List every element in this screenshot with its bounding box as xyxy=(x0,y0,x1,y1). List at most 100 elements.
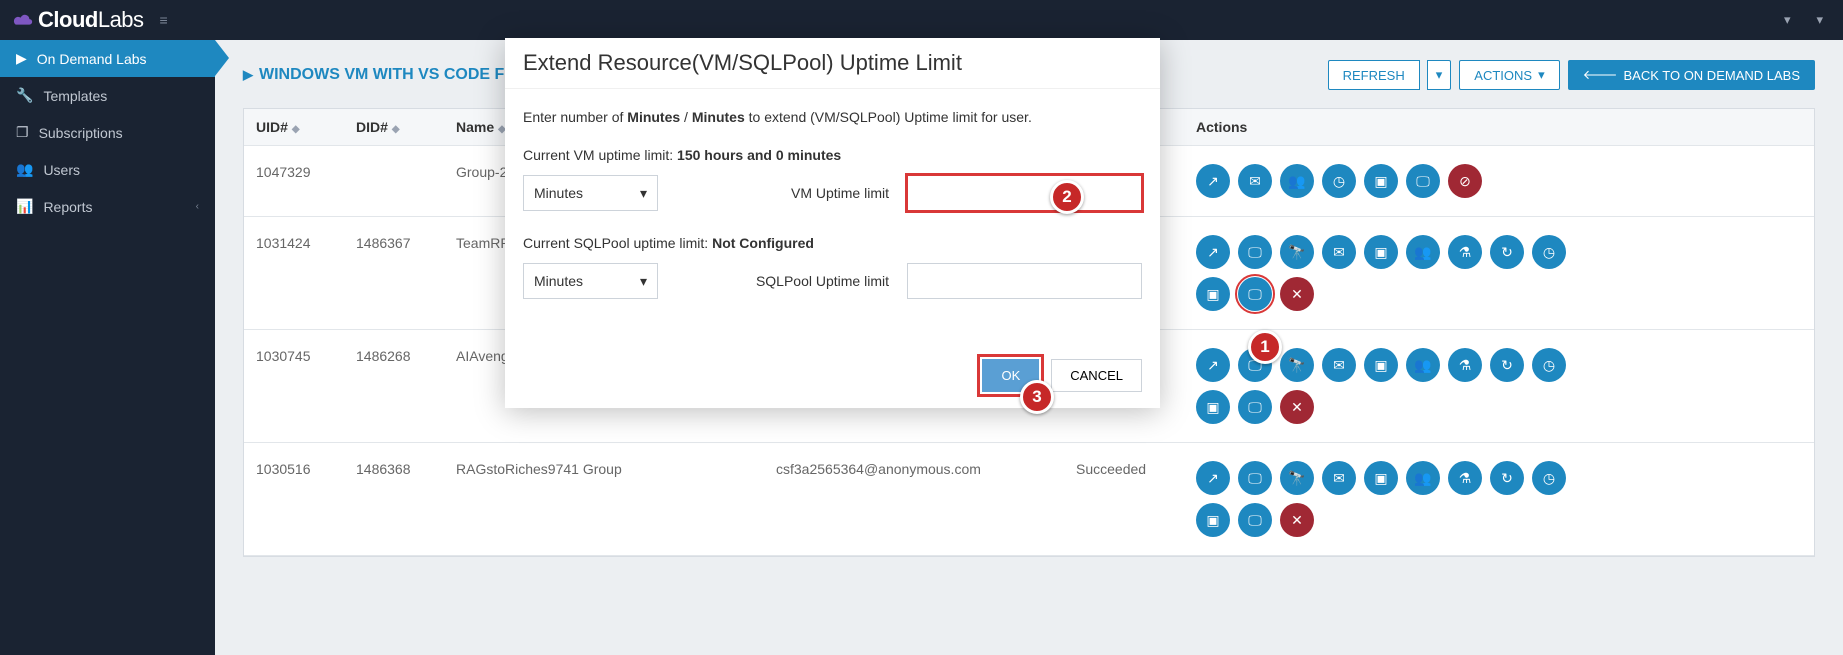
header-right: ▾ ▾ xyxy=(1776,8,1831,32)
sidebar: ▶ On Demand Labs 🔧 Templates ❐ Subscript… xyxy=(0,40,215,655)
cell-did: 1486268 xyxy=(344,330,444,443)
vm-unit-select[interactable]: Minutes▾ xyxy=(523,175,658,211)
page-title[interactable]: ▶ WINDOWS VM WITH VS CODE F xyxy=(243,66,504,84)
sidebar-item-on-demand-labs[interactable]: ▶ On Demand Labs xyxy=(0,40,215,77)
ban-action[interactable]: ⊘ xyxy=(1448,164,1482,198)
cloud-icon xyxy=(12,12,34,28)
users-icon: 👥 xyxy=(16,161,33,178)
refresh-dropdown[interactable]: ▾ xyxy=(1427,60,1452,90)
sidebar-item-label: Users xyxy=(43,162,80,178)
cell-status: Succeeded xyxy=(1064,443,1184,556)
sidebar-item-users[interactable]: 👥 Users xyxy=(0,151,215,188)
cell-did: 1486367 xyxy=(344,217,444,330)
cell-name: RAGstoRiches9741 Group xyxy=(444,443,764,556)
sidebar-item-label: Templates xyxy=(43,88,107,104)
launch-action[interactable]: ↗ xyxy=(1196,348,1230,382)
app-header: CloudLabs ≡ ▾ ▾ xyxy=(0,0,1843,40)
binoculars-action[interactable]: 🔭 xyxy=(1280,348,1314,382)
monitor-action[interactable]: 🖵 xyxy=(1238,461,1272,495)
vm-uptime-input[interactable] xyxy=(907,175,1142,211)
sql-uptime-label: SQLPool Uptime limit xyxy=(676,273,889,289)
cell-did xyxy=(344,146,444,217)
actions-button[interactable]: ACTIONS ▾ xyxy=(1459,60,1559,90)
launch-action[interactable]: ↗ xyxy=(1196,164,1230,198)
modal-intro: Enter number of Minutes / Minutes to ext… xyxy=(523,109,1142,125)
monitor-action[interactable]: 🖵 xyxy=(1238,390,1272,424)
chevron-down-icon: ▾ xyxy=(640,185,647,202)
clock-action[interactable]: ◷ xyxy=(1532,348,1566,382)
col-uid[interactable]: UID#◆ xyxy=(244,109,344,146)
cash-action[interactable]: ▣ xyxy=(1364,235,1398,269)
cash-action[interactable]: ▣ xyxy=(1364,461,1398,495)
refresh-action[interactable]: ↻ xyxy=(1490,235,1524,269)
brand-logo: CloudLabs xyxy=(12,7,144,33)
monitor-action[interactable]: 🖵 xyxy=(1238,503,1272,537)
mail-action[interactable]: ✉ xyxy=(1238,164,1272,198)
extend-uptime-modal: Extend Resource(VM/SQLPool) Uptime Limit… xyxy=(505,38,1160,408)
col-actions: Actions xyxy=(1184,109,1814,146)
monitor-action[interactable]: 🖵 xyxy=(1238,235,1272,269)
cash-action[interactable]: ▣ xyxy=(1364,348,1398,382)
back-button[interactable]: 🡐 BACK TO ON DEMAND LABS xyxy=(1568,60,1815,90)
refresh-action[interactable]: ↻ xyxy=(1490,348,1524,382)
users-action[interactable]: 👥 xyxy=(1280,164,1314,198)
refresh-action[interactable]: ↻ xyxy=(1490,461,1524,495)
sidebar-item-label: On Demand Labs xyxy=(37,51,147,67)
annotation-3: 3 xyxy=(1020,380,1054,414)
launch-action[interactable]: ↗ xyxy=(1196,235,1230,269)
sql-uptime-input[interactable] xyxy=(907,263,1142,299)
mail-action[interactable]: ✉ xyxy=(1322,461,1356,495)
sidebar-item-reports[interactable]: 📊 Reports ‹ xyxy=(0,188,215,225)
cash-action[interactable]: ▣ xyxy=(1196,390,1230,424)
sidebar-item-subscriptions[interactable]: ❐ Subscriptions xyxy=(0,114,215,151)
sidebar-item-label: Subscriptions xyxy=(39,125,123,141)
play-icon: ▶ xyxy=(16,50,27,67)
refresh-button[interactable]: REFRESH xyxy=(1328,60,1420,90)
sidebar-item-templates[interactable]: 🔧 Templates xyxy=(0,77,215,114)
sql-caption: Current SQLPool uptime limit: Not Config… xyxy=(523,235,1142,251)
flask-action[interactable]: ⚗ xyxy=(1448,348,1482,382)
monitor-action[interactable]: 🖵 xyxy=(1238,277,1272,311)
cell-uid: 1047329 xyxy=(244,146,344,217)
chart-icon: 📊 xyxy=(16,198,33,215)
cell-uid: 1030745 xyxy=(244,330,344,443)
chevron-left-icon: ‹ xyxy=(196,201,199,212)
cash-action[interactable]: ▣ xyxy=(1196,277,1230,311)
cell-uid: 1031424 xyxy=(244,217,344,330)
users-action[interactable]: 👥 xyxy=(1406,348,1440,382)
users-action[interactable]: 👥 xyxy=(1406,235,1440,269)
hamburger-icon[interactable]: ≡ xyxy=(160,12,168,28)
clock-action[interactable]: ◷ xyxy=(1322,164,1356,198)
cash-action[interactable]: ▣ xyxy=(1196,503,1230,537)
clock-action[interactable]: ◷ xyxy=(1532,235,1566,269)
mail-action[interactable]: ✉ xyxy=(1322,348,1356,382)
close-action[interactable]: ✕ xyxy=(1280,390,1314,424)
tenant-menu[interactable]: ▾ xyxy=(1776,8,1799,32)
cash-action[interactable]: ▣ xyxy=(1364,164,1398,198)
chevron-down-icon: ▾ xyxy=(640,273,647,290)
annotation-1: 1 xyxy=(1248,330,1282,364)
monitor-action[interactable]: 🖵 xyxy=(1406,164,1440,198)
close-action[interactable]: ✕ xyxy=(1280,277,1314,311)
col-did[interactable]: DID#◆ xyxy=(344,109,444,146)
close-action[interactable]: ✕ xyxy=(1280,503,1314,537)
vm-uptime-label: VM Uptime limit xyxy=(676,185,889,201)
cell-email: csf3a2565364@anonymous.com xyxy=(764,443,1064,556)
brand-text: CloudLabs xyxy=(38,7,144,33)
vm-caption: Current VM uptime limit: 150 hours and 0… xyxy=(523,147,1142,163)
binoculars-action[interactable]: 🔭 xyxy=(1280,235,1314,269)
mail-action[interactable]: ✉ xyxy=(1322,235,1356,269)
flask-action[interactable]: ⚗ xyxy=(1448,461,1482,495)
binoculars-action[interactable]: 🔭 xyxy=(1280,461,1314,495)
clock-action[interactable]: ◷ xyxy=(1532,461,1566,495)
annotation-2: 2 xyxy=(1050,180,1084,214)
cell-uid: 1030516 xyxy=(244,443,344,556)
cancel-button[interactable]: CANCEL xyxy=(1051,359,1142,392)
table-row: 10305161486368RAGstoRiches9741 Groupcsf3… xyxy=(244,443,1814,556)
cell-did: 1486368 xyxy=(344,443,444,556)
launch-action[interactable]: ↗ xyxy=(1196,461,1230,495)
user-menu[interactable]: ▾ xyxy=(1808,8,1831,32)
flask-action[interactable]: ⚗ xyxy=(1448,235,1482,269)
sql-unit-select[interactable]: Minutes▾ xyxy=(523,263,658,299)
users-action[interactable]: 👥 xyxy=(1406,461,1440,495)
